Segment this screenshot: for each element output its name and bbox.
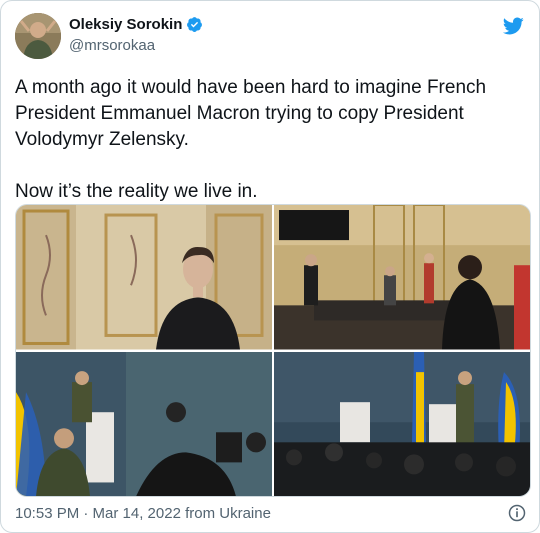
tweet-paragraph-1: A month ago it would have been hard to i…: [15, 77, 487, 150]
verified-badge-icon: [187, 17, 203, 32]
tweet-timestamp[interactable]: 10:53 PM · Mar 14, 2022 from Ukraine: [15, 505, 271, 522]
tweet-text: A month ago it would have been hard to i…: [15, 75, 525, 205]
avatar[interactable]: [15, 13, 61, 59]
twitter-bird-icon[interactable]: [501, 15, 525, 37]
media-grid: [15, 204, 531, 497]
tweet-card: Oleksiy Sorokin @mrsorokaa A month ago i…: [0, 0, 540, 533]
photo-macron-office-meeting[interactable]: [274, 205, 530, 350]
photo-macron-hoodie-portrait[interactable]: [16, 205, 272, 350]
tweet-paragraph-2: Now it’s the reality we live in.: [15, 181, 258, 202]
author-name-row[interactable]: Oleksiy Sorokin: [69, 16, 203, 33]
photo-zelensky-press-conference-wide[interactable]: [274, 351, 530, 496]
info-icon[interactable]: [507, 503, 527, 523]
author-name[interactable]: Oleksiy Sorokin: [69, 16, 182, 33]
author-handle[interactable]: @mrsorokaa: [69, 37, 155, 54]
photo-zelensky-press-conference[interactable]: [16, 351, 272, 496]
